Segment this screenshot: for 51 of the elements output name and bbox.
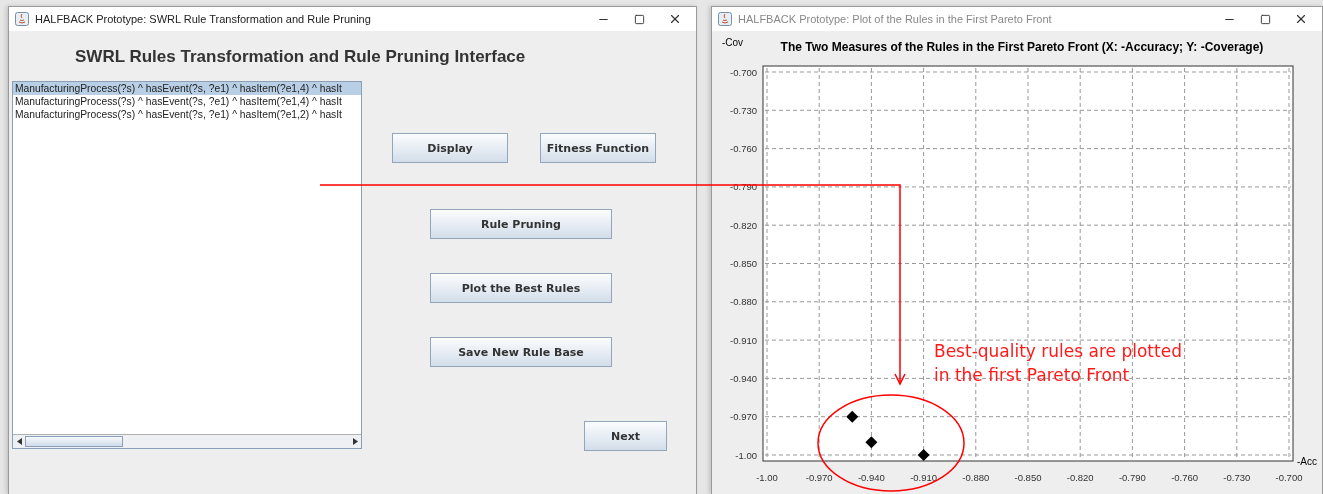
- java-icon: [718, 12, 732, 26]
- y-tick-label: -0.730: [730, 104, 757, 116]
- x-tick-label: -0.760: [1171, 472, 1199, 483]
- x-tick-label: -0.880: [962, 472, 990, 483]
- x-tick-label: -0.730: [1223, 472, 1251, 483]
- chart-title: The Two Measures of the Rules in the First Pareto Front (X: -Accuracy; Y: -Coverage): [780, 40, 1264, 54]
- maximize-icon[interactable]: [1259, 13, 1271, 25]
- java-icon: [15, 12, 29, 26]
- scroll-left-icon[interactable]: [16, 438, 22, 445]
- x-tick-label: -0.820: [1066, 472, 1094, 483]
- action-button[interactable]: Fitness Function: [540, 133, 656, 163]
- action-button[interactable]: Next: [584, 421, 667, 451]
- y-tick-label: -0.820: [730, 219, 757, 231]
- action-button[interactable]: Rule Pruning: [430, 209, 612, 239]
- y-tick-label: -1.00: [735, 449, 757, 461]
- x-tick-label: -0.850: [1014, 472, 1042, 483]
- action-button[interactable]: Display: [392, 133, 508, 163]
- window-title: HALFBACK Prototype: Plot of the Rules in the First Pareto Front: [738, 13, 1053, 25]
- scrollbar-thumb[interactable]: [25, 436, 123, 447]
- x-tick-label: -1.00: [756, 472, 778, 483]
- x-tick-label: -0.970: [805, 472, 833, 483]
- rule-item[interactable]: ManufacturingProcess(?s) ^ hasEvent(?s, ?e1) ^ hasItem(?e1,4) ^ hasIt: [13, 82, 361, 95]
- y-tick-label: -0.970: [730, 411, 757, 423]
- y-axis-label: -Cov: [722, 37, 744, 48]
- y-tick-label: -0.760: [730, 143, 757, 155]
- scroll-right-icon[interactable]: [352, 438, 358, 445]
- x-axis-label: -Acc: [1297, 456, 1317, 467]
- annotation-text: Best-quality rules are plotted: [934, 340, 1182, 363]
- y-tick-label: -0.940: [730, 372, 757, 384]
- horizontal-scrollbar[interactable]: [13, 434, 361, 448]
- y-tick-label: -0.850: [730, 258, 757, 269]
- x-tick-label: -0.940: [857, 472, 885, 483]
- data-point: [865, 436, 878, 449]
- maximize-icon[interactable]: [633, 13, 645, 25]
- x-tick-label: -0.700: [1275, 472, 1303, 483]
- data-point: [846, 410, 859, 423]
- x-tick-label: -0.910: [910, 472, 938, 483]
- rule-item[interactable]: ManufacturingProcess(?s) ^ hasEvent(?s, ?e1) ^ hasItem(?e1,2) ^ hasIt: [13, 108, 361, 121]
- window-title: HALFBACK Prototype: SWRL Rule Transformation and Rule Pruning: [35, 13, 372, 25]
- action-button[interactable]: Plot the Best Rules: [430, 273, 612, 303]
- y-tick-label: -0.910: [730, 334, 757, 346]
- annotation-text: in the first Pareto Front: [934, 364, 1131, 387]
- close-icon[interactable]: [668, 12, 682, 26]
- page-heading: SWRL Rules Transformation and Rule Pruning Interface: [75, 47, 527, 68]
- action-button[interactable]: Save New Rule Base: [430, 337, 612, 367]
- y-tick-label: -0.700: [730, 66, 757, 78]
- rule-item[interactable]: ManufacturingProcess(?s) ^ hasEvent(?s, ?e1) ^ hasItem(?e1,4) ^ hasIt: [13, 95, 361, 108]
- close-icon[interactable]: [1294, 12, 1308, 26]
- y-tick-label: -0.880: [730, 296, 757, 308]
- x-tick-label: -0.790: [1118, 472, 1146, 483]
- data-point: [917, 449, 930, 461]
